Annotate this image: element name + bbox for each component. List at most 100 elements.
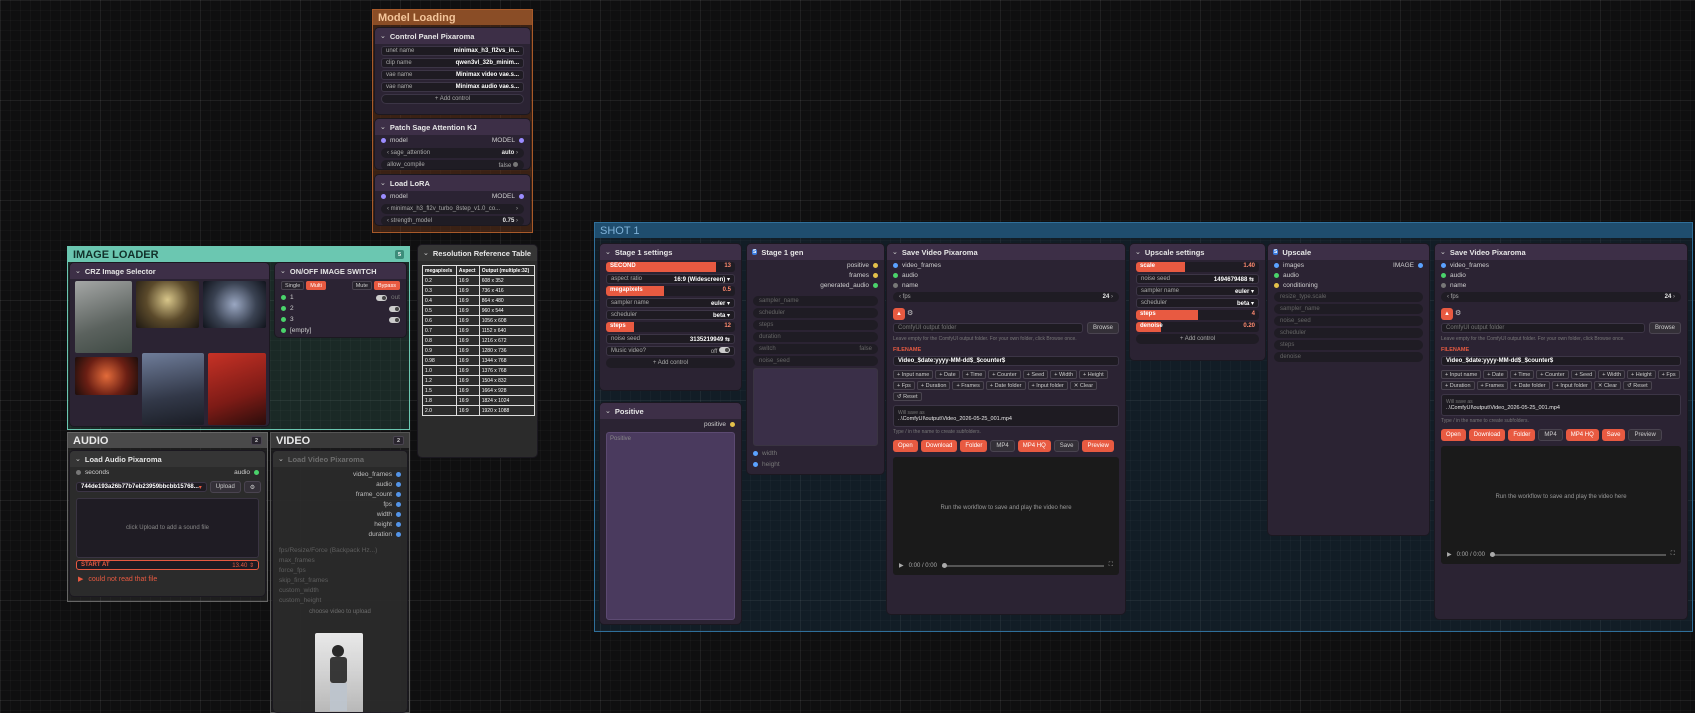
noise-seed-field[interactable]: noise seed 1494679488 ⇆	[1136, 274, 1259, 284]
group-title[interactable]: SHOT 1	[595, 223, 1692, 238]
output-slot[interactable]	[396, 501, 401, 507]
filename-token-button[interactable]: + Time	[961, 370, 987, 379]
filename-token-button[interactable]: + Frames	[1476, 381, 1508, 390]
browse-button[interactable]: Browse	[1086, 322, 1119, 334]
noise-seed-field[interactable]: noise seed 3135219949 ⇆	[606, 334, 735, 344]
sage-attention-node[interactable]: ⌄ Patch Sage Attention KJ model MODEL ‹ sa…	[374, 118, 531, 170]
audio-drop-zone[interactable]: click Upload to add a sound file	[76, 498, 259, 558]
filename-token-button[interactable]: + Seed	[1570, 370, 1597, 379]
add-control-button[interactable]: + Add control	[381, 94, 524, 104]
lora-name-widget[interactable]: ‹ minimax_h3_fl2v_turbo_8step_v1.0_co...…	[381, 204, 524, 214]
filename-input[interactable]: Video_$date:yyyy-MM-dd$_$counter$	[893, 356, 1119, 366]
output-slot[interactable]	[519, 194, 524, 199]
image-thumb-3[interactable]	[203, 281, 266, 328]
input-slot[interactable]	[1274, 272, 1279, 278]
filename-token-button[interactable]: + Width	[1050, 370, 1078, 379]
second-slider[interactable]: SECOND 13	[606, 262, 735, 272]
browse-button[interactable]: Browse	[1648, 322, 1681, 334]
video-player[interactable]: Run the workflow to save and play the vi…	[893, 457, 1119, 575]
chevron-down-icon[interactable]: ⌄	[75, 267, 81, 275]
steps-slider[interactable]: steps 12	[606, 322, 735, 332]
settings-icon[interactable]: ⚙	[907, 310, 913, 317]
fps-widget[interactable]: ‹ fps 24 ›	[1441, 292, 1681, 302]
aspect-ratio-select[interactable]: aspect ratio 16:9 (Widescreen) ▾	[606, 274, 735, 284]
filename-token-button[interactable]: + Duration	[1441, 381, 1475, 390]
filename-token-button[interactable]: + Frames	[952, 381, 984, 390]
fps-widget[interactable]: ‹ fps 24 ›	[893, 292, 1119, 302]
input-slot[interactable]	[1274, 262, 1279, 268]
input-slot[interactable]	[381, 138, 386, 143]
strength-model-widget[interactable]: ‹ strength_model 0.75 ›	[381, 216, 524, 225]
choose-video-label[interactable]: choose video to upload	[273, 609, 407, 615]
output-slot[interactable]	[873, 282, 878, 288]
open-button[interactable]: Open	[1441, 429, 1466, 441]
filename-token-button[interactable]: + Input name	[893, 370, 934, 379]
input-slot[interactable]	[281, 328, 286, 333]
filename-token-button[interactable]: + Fps	[1657, 370, 1680, 379]
filename-token-button[interactable]: + Counter	[988, 370, 1021, 379]
output-folder-input[interactable]: ComfyUI output folder	[1441, 323, 1645, 333]
output-slot[interactable]	[254, 470, 259, 475]
chevron-down-icon[interactable]: ⌄	[278, 455, 284, 463]
chevron-down-icon[interactable]: ⌄	[1135, 248, 1141, 256]
image-thumb-2[interactable]	[136, 281, 199, 328]
input-slot[interactable]	[893, 262, 898, 268]
chevron-down-icon[interactable]: ⌄	[280, 267, 286, 275]
input-widget[interactable]: sampler_name	[753, 296, 878, 306]
denoise-slider[interactable]: denoise 0.20	[1136, 322, 1259, 332]
bypass-button[interactable]: Bypass	[373, 281, 400, 290]
mp4-hq-button[interactable]: MP4 HQ	[1017, 440, 1051, 452]
filename-token-button[interactable]: ✕ Clear	[1593, 381, 1622, 390]
scheduler-select[interactable]: scheduler beta ▾	[606, 310, 735, 320]
toggle-switch[interactable]	[389, 316, 400, 323]
control-row[interactable]: clip name qwen3vl_32b_minim...	[381, 58, 524, 68]
resolution-table-node[interactable]: ⌄ Resolution Reference Table megapixels As…	[417, 244, 538, 458]
upscale-node[interactable]: S Upscale images IMAGE audio conditioning re…	[1267, 243, 1430, 536]
output-slot[interactable]	[396, 491, 401, 497]
output-slot[interactable]	[873, 262, 878, 268]
filename-token-button[interactable]: + Fps	[893, 381, 915, 390]
add-control-button[interactable]: + Add control	[606, 358, 735, 368]
filename-token-button[interactable]: ↺ Reset	[893, 392, 922, 401]
input-widget[interactable]: steps	[753, 320, 878, 330]
filename-token-button[interactable]: + Input folder	[1551, 381, 1592, 390]
load-audio-node[interactable]: ⌄ Load Audio Pixaroma seconds audio 744de1…	[69, 450, 266, 597]
control-row[interactable]: unet name minimax_h3_fl2vs_in...	[381, 46, 524, 56]
image-thumb-1[interactable]	[75, 281, 132, 353]
disabled-widget[interactable]: steps	[1274, 340, 1423, 350]
filename-token-button[interactable]: + Date folder	[985, 381, 1026, 390]
settings-icon[interactable]: ⚙	[1455, 310, 1461, 317]
image-thumb-6[interactable]	[208, 353, 266, 425]
save-button[interactable]: Save	[1053, 440, 1080, 452]
switch-item[interactable]: 3	[275, 314, 406, 325]
disabled-widget[interactable]: scheduler	[1274, 328, 1423, 338]
group-title[interactable]: Model Loading	[373, 10, 532, 25]
input-widget[interactable]: duration	[753, 332, 878, 342]
play-icon[interactable]: ▶	[1447, 551, 1452, 558]
input-widget[interactable]: noise_seed	[753, 356, 878, 366]
output-folder-input[interactable]: ComfyUI output folder	[893, 323, 1083, 333]
output-slot[interactable]	[396, 521, 401, 527]
filename-token-button[interactable]: + Counter	[1536, 370, 1569, 379]
toggle-switch[interactable]	[375, 294, 387, 301]
output-slot[interactable]	[396, 481, 401, 487]
output-slot[interactable]	[396, 531, 401, 537]
switch-item[interactable]: [empty]	[275, 325, 406, 336]
input-widget[interactable]: scheduler	[753, 308, 878, 318]
chevron-down-icon[interactable]: ⌄	[380, 32, 386, 40]
chevron-down-icon[interactable]: ⌄	[605, 407, 611, 415]
filename-token-button[interactable]: + Time	[1509, 370, 1535, 379]
disabled-widget[interactable]: sampler_name	[1274, 304, 1423, 314]
sampler-select[interactable]: sampler name euler ▾	[606, 298, 735, 308]
input-widget[interactable]: switch false	[753, 344, 878, 354]
preview-button[interactable]: Preview	[1628, 429, 1662, 441]
control-row[interactable]: vae name Minimax audio vae.s...	[381, 82, 524, 92]
steps-slider[interactable]: steps 4	[1136, 310, 1259, 320]
input-slot[interactable]	[381, 194, 386, 199]
mp4-button[interactable]: MP4	[1538, 429, 1563, 441]
preview-button[interactable]: Preview	[1082, 440, 1114, 452]
disabled-widget[interactable]: resize_type.scale	[1274, 292, 1423, 302]
filename-token-button[interactable]: + Input name	[1441, 370, 1482, 379]
tab-single[interactable]: Single	[281, 281, 305, 290]
output-slot[interactable]	[730, 422, 735, 427]
